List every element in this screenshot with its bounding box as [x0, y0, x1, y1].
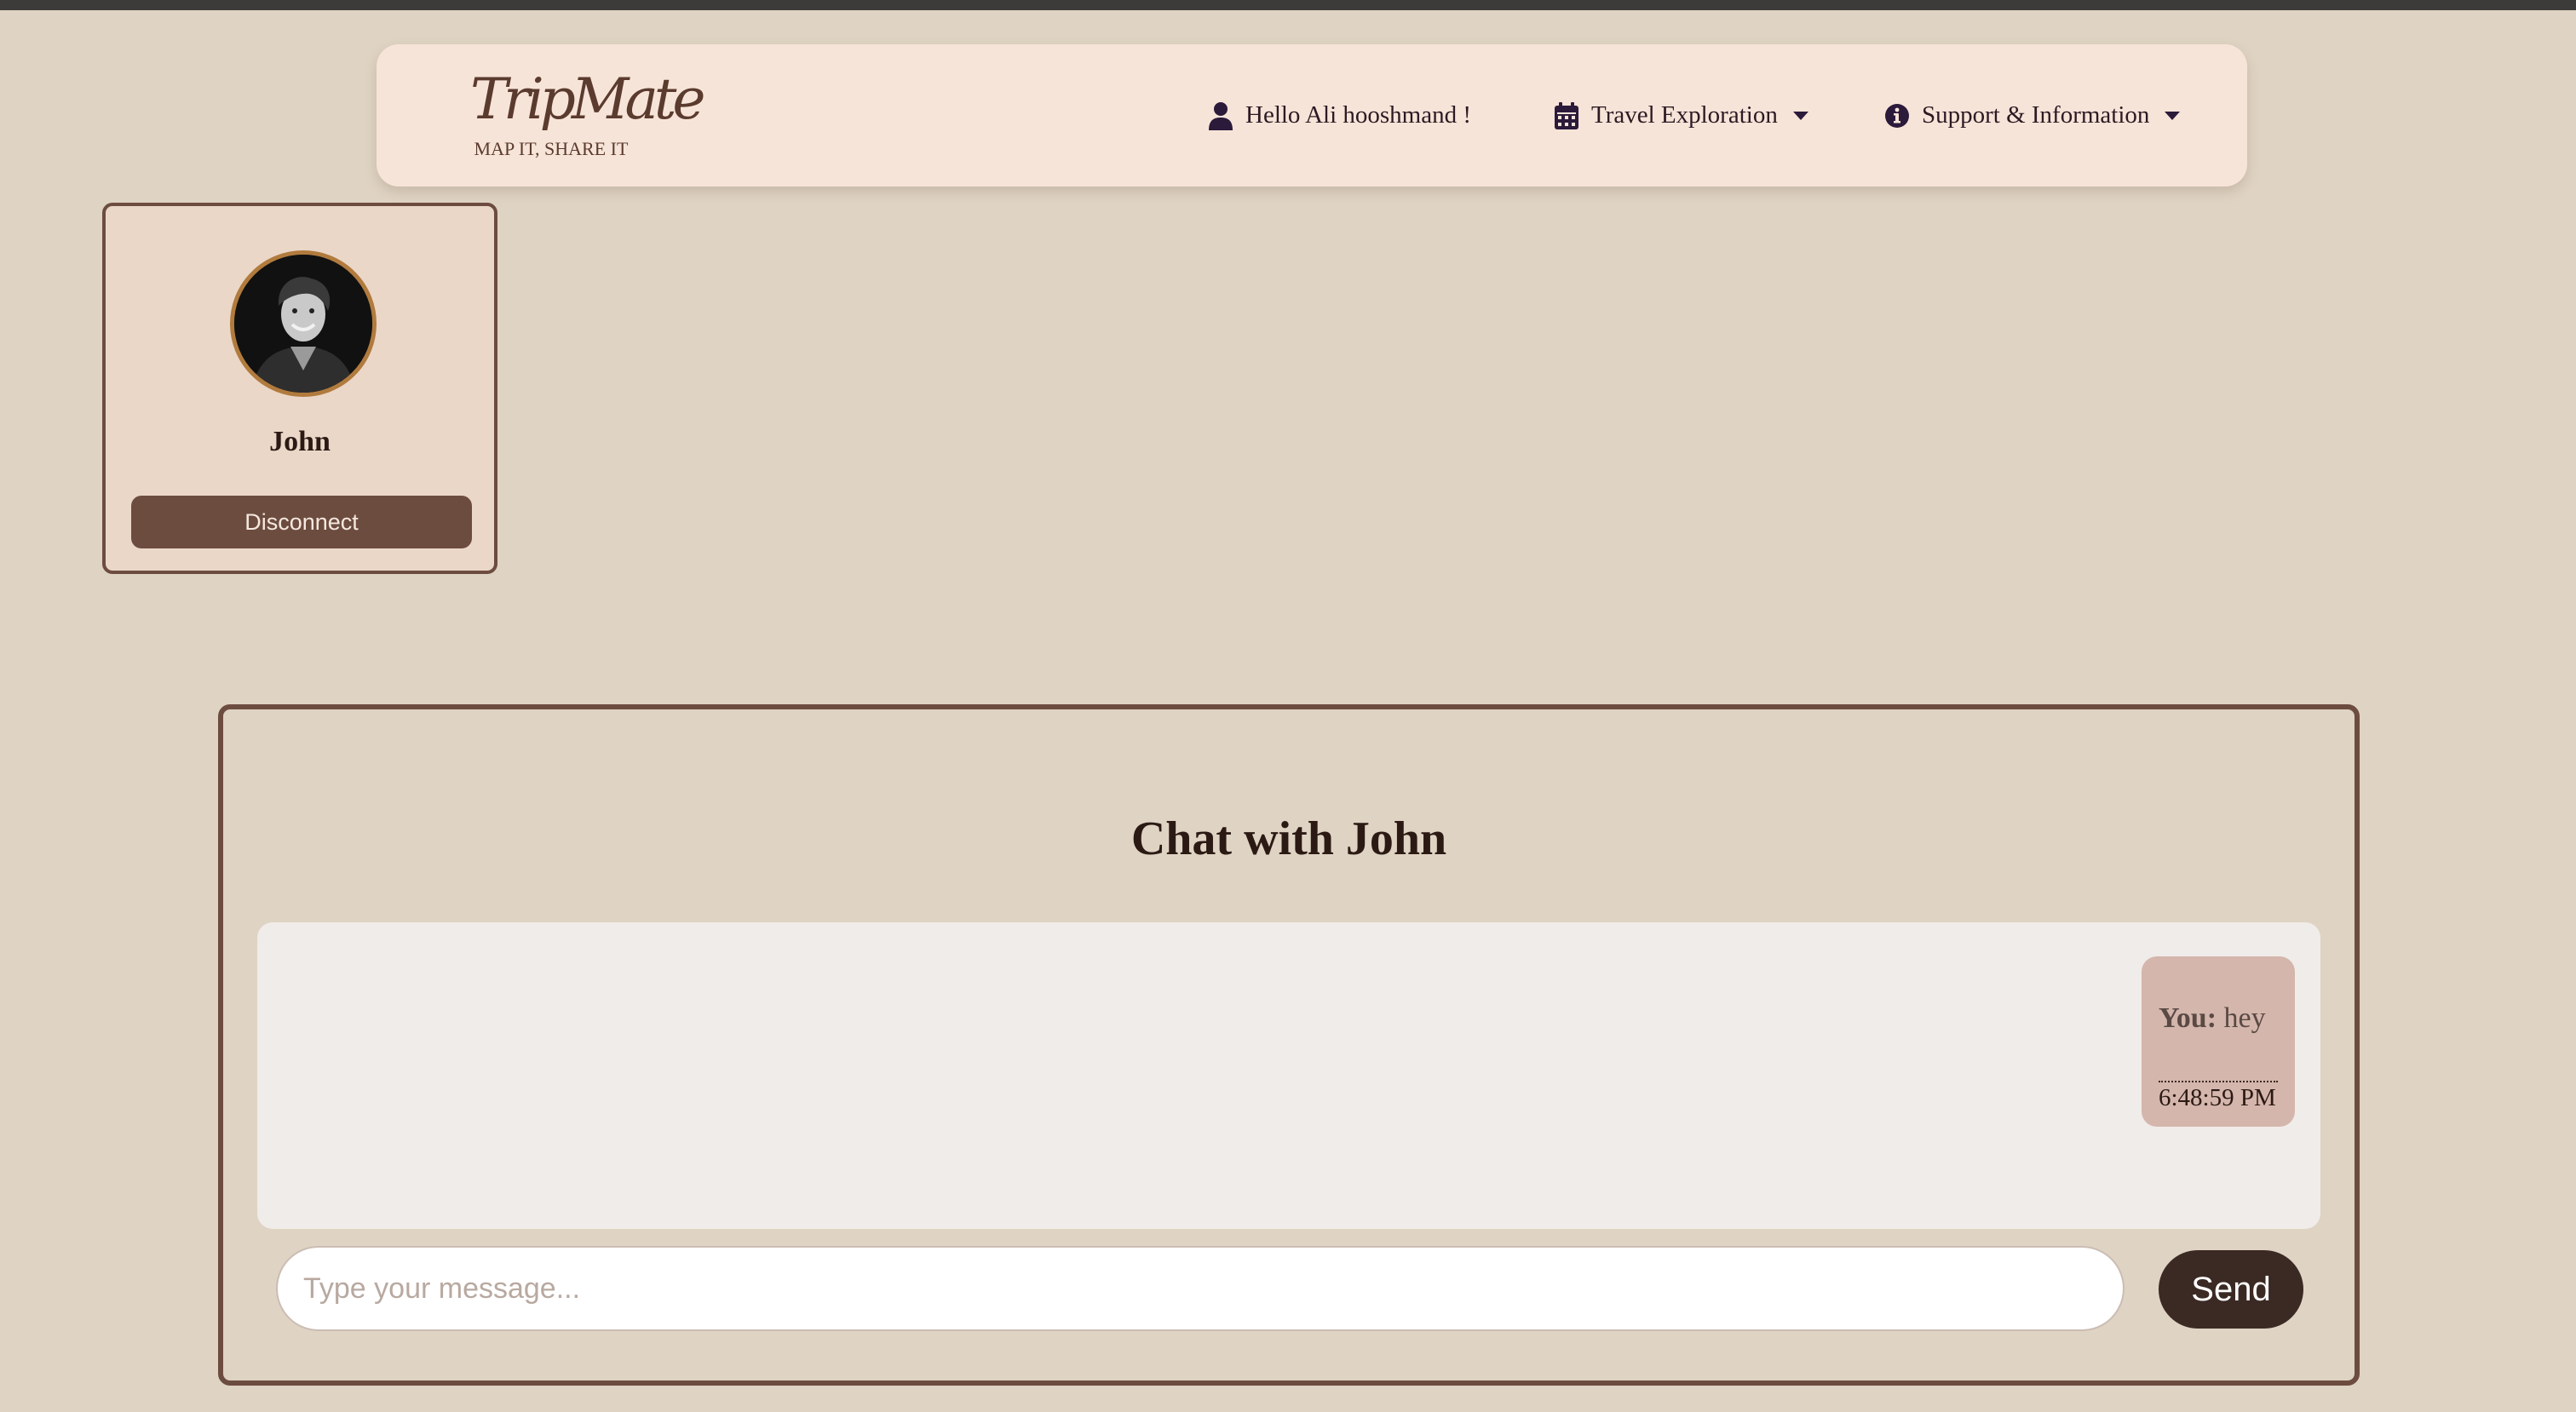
chat-title: Chat with John [1130, 812, 1447, 865]
message-timestamp: 6:48:59 PM [2159, 1084, 2276, 1111]
chat-panel: Chat with John You: hey 6:48:59 PM Send [218, 704, 2360, 1386]
message-body: hey [2223, 1002, 2266, 1034]
avatar [230, 250, 377, 397]
brand-logo[interactable]: TripMate MAP IT, SHARE IT [470, 61, 705, 160]
connection-name: John [269, 426, 331, 457]
info-circle-icon [1885, 103, 1909, 128]
travel-exploration-label: Travel Exploration [1591, 101, 1778, 129]
navbar: TripMate MAP IT, SHARE IT Hello Ali hoos… [377, 44, 2247, 187]
message-divider [2159, 1081, 2278, 1082]
support-information-label: Support & Information [1922, 101, 2150, 129]
message-list[interactable]: You: hey 6:48:59 PM [257, 922, 2320, 1229]
user-icon [1209, 101, 1233, 130]
connection-card: John Disconnect [102, 203, 497, 574]
caret-down-icon [2165, 111, 2181, 120]
logo-script: TripMate [470, 66, 705, 132]
logo-tagline: MAP IT, SHARE IT [474, 138, 629, 159]
nav-support-information[interactable]: Support & Information [1884, 44, 2182, 187]
calendar-icon [1555, 101, 1578, 129]
nav-user-greeting[interactable]: Hello Ali hooshmand ! [1208, 44, 1471, 187]
nav-travel-exploration[interactable]: Travel Exploration [1554, 44, 1810, 187]
send-button[interactable]: Send [2159, 1250, 2303, 1329]
window-top-bar [0, 0, 2576, 10]
greeting-label: Hello Ali hooshmand ! [1245, 101, 1472, 129]
message-sender: You: [2159, 1002, 2217, 1034]
disconnect-button[interactable]: Disconnect [131, 496, 472, 548]
avatar-photo [234, 255, 372, 393]
message-text: You: hey [2159, 1002, 2266, 1035]
caret-down-icon [1792, 111, 1808, 120]
message-bubble-own: You: hey 6:48:59 PM [2142, 956, 2295, 1127]
message-input[interactable] [276, 1246, 2125, 1331]
